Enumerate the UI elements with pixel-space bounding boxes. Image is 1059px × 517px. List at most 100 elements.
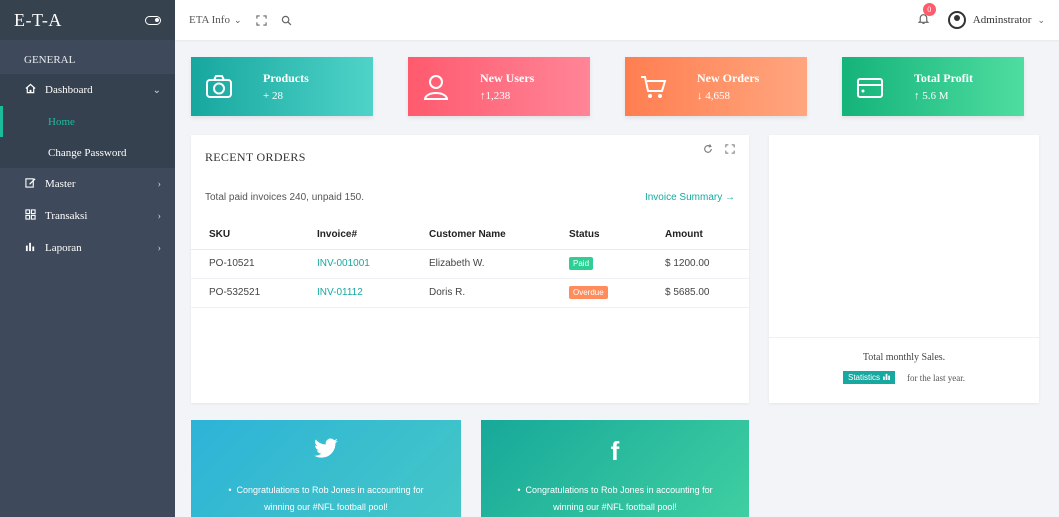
sales-caption: Total monthly Sales. bbox=[862, 352, 946, 363]
card-tools bbox=[703, 141, 735, 159]
customer-cell: Doris R. bbox=[411, 278, 551, 308]
sidebar: E-T-A GENERAL Dashboard ⌄ Home Change Pa… bbox=[0, 0, 175, 517]
table-row[interactable]: PO-10521 INV-001001 Elizabeth W. Paid $ … bbox=[191, 249, 749, 279]
sales-suffix: for the last year. bbox=[907, 372, 965, 383]
wallet-icon bbox=[856, 73, 884, 101]
statistics-button[interactable]: Statistics bbox=[843, 371, 896, 384]
chevron-right-icon: › bbox=[157, 242, 161, 254]
facebook-post-text: • Congratulations to Rob Jones in accoun… bbox=[481, 482, 749, 516]
status-badge-paid: Paid bbox=[569, 257, 594, 270]
sidebar-item-label: Master bbox=[45, 178, 76, 190]
facebook-icon: f bbox=[610, 436, 620, 466]
search-icon[interactable] bbox=[281, 15, 292, 26]
recent-orders-header: RECENT ORDERS bbox=[191, 138, 749, 176]
recent-orders-card: RECENT ORDERS Total paid invoices 240, u… bbox=[191, 135, 749, 403]
brand-bar: E-T-A bbox=[0, 0, 175, 40]
notification-count-badge: 0 bbox=[922, 3, 936, 16]
sidebar-subitem-change-password[interactable]: Change Password bbox=[0, 137, 175, 168]
statistics-label: Statistics bbox=[848, 373, 881, 382]
orders-table-header: SKU Invoice# Customer Name Status Amount bbox=[191, 221, 749, 250]
topbar-right: 0 Adminstrator ⌄ bbox=[917, 3, 1045, 29]
eta-info-label: ETA Info bbox=[189, 14, 230, 26]
tile-value: ↓ 4,658 bbox=[697, 90, 730, 102]
orders-table: SKU Invoice# Customer Name Status Amount… bbox=[191, 221, 749, 308]
chevron-down-icon: ⌄ bbox=[233, 14, 242, 25]
amount-cell: $ 5685.00 bbox=[647, 278, 749, 308]
chevron-right-icon: › bbox=[157, 210, 161, 222]
bell-icon bbox=[917, 14, 930, 28]
edit-icon bbox=[24, 177, 37, 191]
column-header: Amount bbox=[647, 221, 749, 250]
sales-chart-area bbox=[769, 135, 1039, 338]
sidebar-item-master[interactable]: Master › bbox=[0, 168, 175, 200]
stat-tile-new-orders[interactable]: New Orders ↓ 4,658 bbox=[625, 57, 807, 116]
sidebar-subitem-label: Home bbox=[48, 115, 75, 128]
orders-summary: Total paid invoices 240, unpaid 150. bbox=[205, 191, 365, 203]
invoice-link[interactable]: INV-01112 bbox=[299, 278, 411, 308]
expand-icon[interactable] bbox=[725, 141, 735, 159]
tile-value: ↑ 5.6 M bbox=[914, 90, 949, 102]
stat-tile-new-users[interactable]: New Users ↑1,238 bbox=[408, 57, 590, 116]
cart-icon bbox=[639, 73, 667, 101]
eta-info-menu[interactable]: ETA Info ⌄ bbox=[189, 14, 242, 26]
tile-value: + 28 bbox=[263, 90, 283, 102]
facebook-card: f • Congratulations to Rob Jones in acco… bbox=[481, 420, 749, 517]
tile-value: ↑1,238 bbox=[480, 90, 511, 102]
sidebar-item-label: Dashboard bbox=[45, 84, 93, 96]
column-header: Invoice# bbox=[299, 221, 411, 250]
sidebar-item-label: Laporan bbox=[45, 242, 82, 254]
sidebar-item-label: Transaksi bbox=[45, 210, 88, 222]
chevron-right-icon: › bbox=[157, 178, 161, 190]
column-header: SKU bbox=[191, 221, 299, 250]
home-icon bbox=[24, 83, 37, 97]
monthly-sales-card: Total monthly Sales. Statistics for the … bbox=[769, 135, 1039, 403]
sidebar-toggle-icon[interactable] bbox=[145, 15, 161, 25]
column-header: Status bbox=[551, 221, 647, 250]
sidebar-item-dashboard[interactable]: Dashboard ⌄ bbox=[0, 74, 175, 106]
user-name[interactable]: Adminstrator bbox=[973, 14, 1032, 26]
sales-footer: Statistics for the last year. bbox=[769, 371, 1039, 384]
invoice-link[interactable]: INV-001001 bbox=[299, 249, 411, 279]
sku-cell: PO-532521 bbox=[191, 278, 299, 308]
recent-orders-title: RECENT ORDERS bbox=[205, 149, 306, 164]
user-avatar-icon[interactable] bbox=[947, 11, 966, 29]
invoice-summary-link[interactable]: Invoice Summary → bbox=[645, 192, 735, 203]
orders-summary-row: Total paid invoices 240, unpaid 150. Inv… bbox=[191, 173, 749, 221]
column-header: Customer Name bbox=[411, 221, 551, 250]
sidebar-item-laporan[interactable]: Laporan › bbox=[0, 232, 175, 264]
tile-title: Products bbox=[263, 71, 309, 85]
stat-tile-products[interactable]: Products + 28 bbox=[191, 57, 373, 116]
tweet-line-1: • Congratulations to Rob Jones in accoun… bbox=[228, 485, 424, 495]
sidebar-subitem-home[interactable]: Home bbox=[0, 106, 175, 137]
sidebar-section-general: GENERAL bbox=[24, 54, 76, 66]
post-line-1: • Congratulations to Rob Jones in accoun… bbox=[517, 485, 713, 495]
table-row[interactable]: PO-532521 INV-01112 Doris R. Overdue $ 5… bbox=[191, 278, 749, 308]
sku-cell: PO-10521 bbox=[191, 249, 299, 279]
notifications-button[interactable]: 0 bbox=[917, 3, 936, 28]
refresh-icon[interactable] bbox=[703, 141, 713, 159]
customer-cell: Elizabeth W. bbox=[411, 249, 551, 279]
brand-logo[interactable]: E-T-A bbox=[14, 10, 62, 31]
camera-icon bbox=[205, 73, 233, 101]
status-badge-overdue: Overdue bbox=[569, 286, 608, 299]
grid-icon bbox=[24, 209, 37, 223]
stat-tile-total-profit[interactable]: Total Profit ↑ 5.6 M bbox=[842, 57, 1024, 116]
twitter-icon bbox=[191, 438, 461, 468]
twitter-card: • Congratulations to Rob Jones in accoun… bbox=[191, 420, 461, 517]
tweet-text: • Congratulations to Rob Jones in accoun… bbox=[191, 482, 461, 516]
top-navbar: ETA Info ⌄ 0 Adminstrator ⌄ bbox=[175, 0, 1059, 40]
tile-title: Total Profit bbox=[914, 71, 973, 85]
post-line-2: winning our #NFL football pool! bbox=[553, 502, 677, 512]
user-icon bbox=[422, 73, 450, 101]
sidebar-item-transaksi[interactable]: Transaksi › bbox=[0, 200, 175, 232]
tile-title: New Users bbox=[480, 71, 535, 85]
sidebar-subitem-label: Change Password bbox=[48, 146, 127, 159]
tweet-line-2: winning our #NFL football pool! bbox=[264, 502, 388, 512]
bar-chart-icon bbox=[24, 241, 37, 255]
amount-cell: $ 1200.00 bbox=[647, 249, 749, 279]
fullscreen-icon[interactable] bbox=[255, 14, 267, 26]
bar-chart-icon bbox=[883, 373, 891, 382]
chevron-down-icon[interactable]: ⌄ bbox=[1037, 15, 1045, 26]
chevron-down-icon: ⌄ bbox=[152, 84, 161, 96]
tile-title: New Orders bbox=[697, 71, 760, 85]
